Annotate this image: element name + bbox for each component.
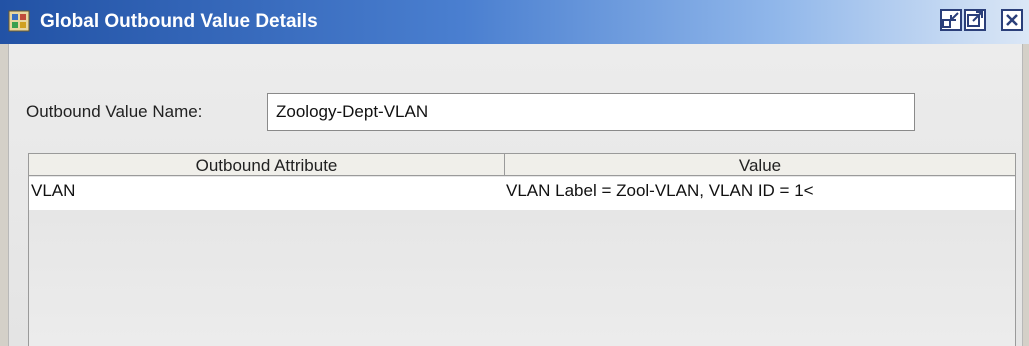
dialog-window: Global Outbound Value Details Outbound V… bbox=[0, 0, 1029, 346]
close-icon bbox=[1006, 14, 1018, 26]
window-title: Global Outbound Value Details bbox=[40, 11, 318, 32]
restore-button[interactable] bbox=[940, 9, 962, 31]
close-button[interactable] bbox=[1001, 9, 1023, 31]
maximize-icon bbox=[967, 11, 983, 27]
cell-attribute: VLAN bbox=[31, 181, 76, 200]
outbound-value-name-label: Outbound Value Name: bbox=[26, 102, 203, 121]
outbound-attributes-table: Outbound Attribute Value VLAN VLAN Label… bbox=[28, 153, 1016, 346]
title-bar[interactable]: Global Outbound Value Details bbox=[0, 0, 1029, 44]
table-row[interactable]: VLAN VLAN Label = Zool-VLAN, VLAN ID = 1… bbox=[29, 177, 1015, 210]
outbound-value-name-input[interactable] bbox=[267, 93, 915, 131]
cell-value: VLAN Label = Zool-VLAN, VLAN ID = 1< bbox=[506, 181, 814, 200]
maximize-button[interactable] bbox=[964, 9, 986, 31]
app-icon bbox=[8, 10, 30, 32]
dialog-content: Outbound Value Name: Outbound Attribute … bbox=[8, 44, 1023, 346]
restore-icon bbox=[942, 12, 959, 28]
column-header-value[interactable]: Value bbox=[505, 154, 1015, 176]
column-header-outbound-attribute[interactable]: Outbound Attribute bbox=[29, 154, 505, 176]
table-empty-area bbox=[29, 210, 1015, 346]
